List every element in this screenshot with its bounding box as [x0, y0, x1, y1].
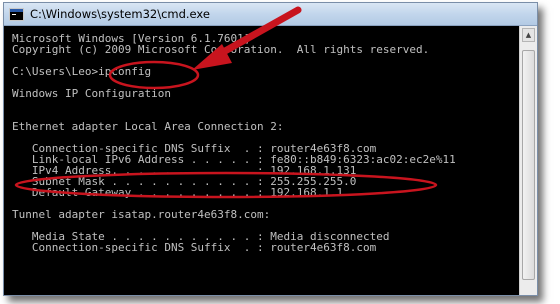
- adapter-heading: Ethernet adapter Local Area Connection 2…: [12, 120, 284, 133]
- scroll-up-arrow-icon[interactable]: ▲: [522, 28, 535, 42]
- adapter-heading: Tunnel adapter isatap.router4e63f8.com:: [12, 208, 271, 221]
- vertical-scrollbar[interactable]: ▲: [519, 26, 537, 295]
- scroll-thumb[interactable]: [522, 50, 535, 280]
- console-line: Windows IP Configuration: [12, 87, 171, 100]
- window-title: C:\Windows\system32\cmd.exe: [30, 7, 210, 21]
- dns-suffix-line: Connection-specific DNS Suffix . : route…: [12, 241, 377, 254]
- cmd-window: C:\Windows\system32\cmd.exe Microsoft Wi…: [3, 2, 538, 296]
- console-output[interactable]: Microsoft Windows [Version 6.1.7601] Cop…: [4, 26, 518, 295]
- cmd-icon: [9, 7, 24, 21]
- command-prompt-line: C:\Users\Leo>ipconfig: [12, 65, 152, 78]
- console-line: Copyright (c) 2009 Microsoft Corporation…: [12, 43, 430, 56]
- title-bar[interactable]: C:\Windows\system32\cmd.exe: [4, 3, 537, 26]
- gateway-line: Default Gateway . . . . . . . . . : 192.…: [12, 186, 344, 199]
